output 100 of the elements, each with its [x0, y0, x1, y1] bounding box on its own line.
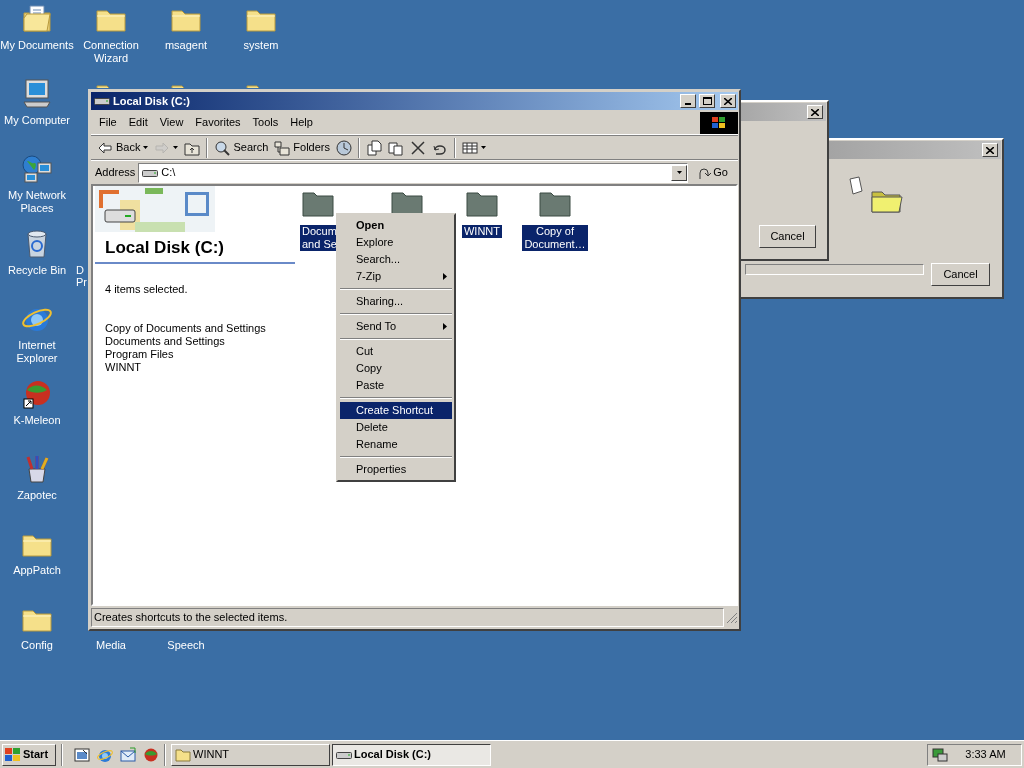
dropdown-button[interactable]	[671, 164, 688, 181]
task-button[interactable]: Local Disk (C:)	[332, 743, 491, 766]
quick-launch-button[interactable]	[120, 746, 136, 763]
documents-folder-icon[interactable]	[21, 3, 53, 35]
menu-item[interactable]: Edit	[122, 113, 154, 132]
drive-icon	[94, 96, 110, 106]
quick-launch-button[interactable]	[74, 746, 90, 763]
menu-item[interactable]: Open	[340, 217, 452, 234]
close-icon	[986, 146, 994, 154]
icon-label: My Network Places	[6, 189, 68, 215]
icon-label: Zapotec	[16, 489, 58, 502]
selected-name: Copy of Documents and Settings	[105, 321, 267, 335]
menu-item[interactable]: Rename	[340, 436, 452, 453]
menu-item[interactable]: Tools	[246, 113, 285, 132]
icon-label: Speech	[166, 639, 206, 652]
menu-item[interactable]: Send To	[340, 318, 452, 335]
computer-icon[interactable]	[932, 746, 948, 763]
icon-label: Recycle Bin	[6, 264, 68, 277]
selected-name: Program Files	[105, 347, 175, 361]
menu-item[interactable]: File	[93, 113, 123, 132]
copy-to-icon	[388, 139, 404, 156]
flag-icon	[5, 747, 21, 762]
icon-label: My Computer	[3, 114, 71, 127]
folders-icon	[274, 139, 291, 156]
flag-icon	[712, 116, 726, 129]
menu-item[interactable]: Copy	[340, 360, 452, 377]
close-button[interactable]	[807, 105, 823, 119]
submenu-arrow-icon	[443, 323, 447, 330]
item-label: Copy of Document…	[522, 225, 588, 251]
menu-item[interactable]: Cut	[340, 343, 452, 360]
icon-label: Internet Explorer	[15, 339, 59, 365]
back-button[interactable]: Back	[94, 136, 152, 159]
menu-item[interactable]: Properties	[340, 461, 452, 478]
menu-item[interactable]: Create Shortcut	[340, 402, 452, 419]
icon-label: Connection Wizard	[82, 39, 140, 65]
caret-icon	[143, 146, 149, 149]
address-field[interactable]: C:\	[138, 162, 689, 183]
close-button[interactable]	[720, 94, 736, 108]
address-value: C:\	[161, 165, 177, 181]
status-text: Creates shortcuts to the selected items.	[91, 608, 724, 627]
resize-grip-icon[interactable]	[726, 611, 738, 624]
delete-icon	[410, 139, 426, 156]
folder-icon[interactable]	[465, 189, 499, 217]
menu-item[interactable]: 7-Zip	[340, 268, 452, 285]
search-button[interactable]: Search	[211, 136, 272, 159]
menu-item[interactable]: Paste	[340, 377, 452, 394]
drive-icon	[142, 167, 159, 178]
network-icon[interactable]	[21, 153, 53, 185]
folders-button[interactable]: Folders	[271, 136, 333, 159]
menu-item[interactable]: Help	[284, 113, 319, 132]
submenu-arrow-icon	[443, 273, 447, 280]
ball-icon[interactable]	[21, 378, 53, 410]
history-icon	[336, 139, 352, 156]
selected-name: Documents and Settings	[105, 334, 226, 348]
caret-icon	[481, 146, 486, 149]
icon-label: AppPatch	[12, 564, 62, 577]
caret-icon	[173, 146, 179, 149]
selected-name: WINNT	[105, 360, 143, 374]
folder-icon[interactable]	[301, 189, 335, 217]
menu-item[interactable]: View	[153, 113, 190, 132]
ball-icon	[143, 746, 159, 763]
minimize-icon	[685, 103, 691, 105]
folder-icon[interactable]	[538, 189, 572, 217]
close-icon	[811, 108, 819, 116]
icon-label: K-Meleon	[12, 414, 62, 427]
maximize-button[interactable]	[699, 94, 715, 108]
menu-item[interactable]: Explore	[340, 234, 452, 251]
quick-launch-button[interactable]	[143, 746, 159, 763]
folder-icon	[175, 746, 191, 763]
computer-icon[interactable]	[21, 78, 53, 110]
move-to-icon	[366, 139, 382, 156]
menu-item[interactable]: Favorites	[189, 113, 247, 132]
icon-label: Config	[20, 639, 54, 652]
desktop-icon	[74, 746, 90, 763]
maximize-icon	[702, 97, 712, 105]
task-button[interactable]: WINNT	[171, 743, 330, 766]
go-button[interactable]: Go	[691, 162, 734, 183]
window-title: Local Disk (C:)	[113, 93, 190, 109]
go-arrow-icon	[697, 165, 712, 180]
caret-icon	[676, 171, 682, 174]
views-icon	[462, 139, 478, 156]
item-label: Docum and Se	[300, 225, 339, 251]
icon-label: Media	[95, 639, 127, 652]
cancel-button[interactable]: Cancel	[931, 263, 990, 286]
item-label: WINNT	[461, 225, 502, 238]
close-button[interactable]	[982, 143, 998, 157]
icon-label: D Pr	[76, 264, 87, 288]
cancel-button[interactable]: Cancel	[759, 225, 816, 248]
menu-item[interactable]: Sharing...	[340, 293, 452, 310]
menu-item[interactable]: Search...	[340, 251, 452, 268]
clock: 3:33 AM	[964, 747, 1007, 763]
search-icon	[214, 139, 231, 156]
address-label: Address	[95, 165, 136, 181]
menu-item[interactable]: Delete	[340, 419, 452, 436]
selection-summary: 4 items selected.	[104, 282, 189, 297]
minimize-button[interactable]	[680, 94, 696, 108]
icon-label: msagent	[163, 39, 209, 52]
pane-title: Local Disk (C:)	[104, 238, 226, 258]
start-button[interactable]: Start	[2, 743, 56, 766]
mail-icon	[120, 746, 136, 763]
